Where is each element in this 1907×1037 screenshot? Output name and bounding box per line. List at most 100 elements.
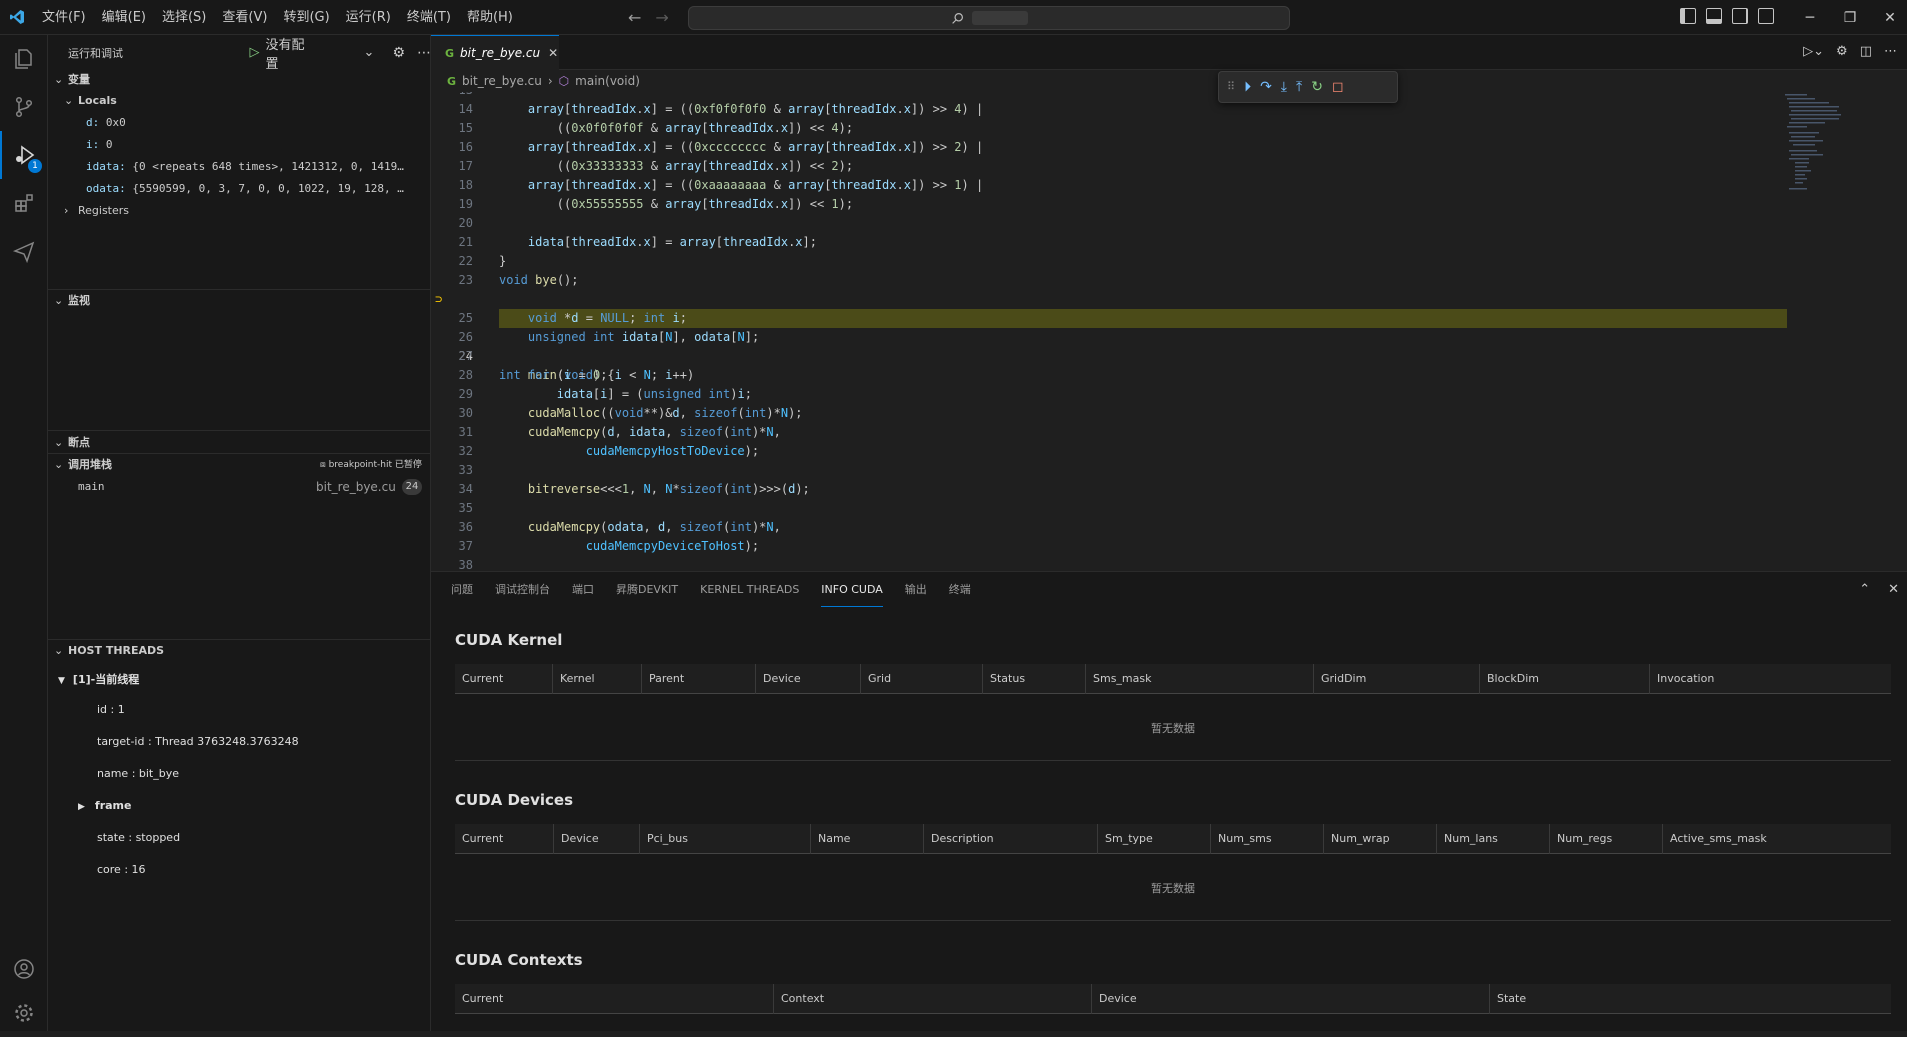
config-select[interactable]: 没有配置 [266, 34, 316, 72]
panel-tab-output[interactable]: 输出 [905, 572, 927, 607]
watch-label: 监视 [68, 294, 90, 307]
tab-bit-re-bye[interactable]: G bit_re_bye.cu ✕ [431, 35, 559, 70]
breadcrumb: G bit_re_bye.cu › ⬡ main(void) [431, 70, 1907, 92]
chevron-down-icon: ⌄ [54, 294, 64, 307]
variable-row-d[interactable]: d: 0x0 [86, 113, 426, 133]
stop-icon[interactable]: ◻ [1332, 80, 1344, 94]
locals-scope[interactable]: ⌄ Locals [48, 91, 431, 111]
manage-gear-icon[interactable] [0, 989, 48, 1037]
account-icon[interactable] [0, 945, 48, 993]
step-over-icon[interactable]: ↷ [1260, 80, 1272, 94]
breadcrumb-file[interactable]: bit_re_bye.cu [462, 74, 542, 88]
editor-more-icon[interactable]: ⋯ [1884, 44, 1897, 59]
menu-run[interactable]: 运行(R) [338, 0, 399, 35]
table-header-cell: Num_wrap [1323, 824, 1390, 854]
close-tab-icon[interactable]: ✕ [548, 46, 558, 60]
callstack-frame-main[interactable]: main bit_re_bye.cu 24 [78, 477, 423, 497]
registers-label: Registers [78, 204, 130, 217]
table-header-cell: Num_lans [1436, 824, 1498, 854]
variable-name: d: [86, 116, 100, 129]
back-arrow-icon[interactable]: ← [628, 8, 641, 27]
variable-name: idata: [86, 160, 126, 173]
panel-tab-debug-console[interactable]: 调试控制台 [495, 572, 550, 607]
minimap[interactable] [1785, 92, 1865, 212]
chevron-down-icon[interactable]: ⌄ [364, 45, 375, 60]
more-actions-icon[interactable]: ⋯ [417, 45, 431, 61]
variable-row-idata[interactable]: idata: {0 <repeats 648 times>, 1421312, … [86, 157, 426, 177]
run-debug-dropdown-icon[interactable]: ▷⌄ [1803, 44, 1824, 59]
tab-label: bit_re_bye.cu [460, 46, 541, 60]
send-icon[interactable] [0, 227, 48, 275]
toggle-secondary-sidebar-icon[interactable] [1732, 8, 1748, 24]
table-header-cell: Active_sms_mask [1662, 824, 1767, 854]
thread-frame-row[interactable]: ▶ frame [78, 799, 131, 812]
run-and-debug-icon[interactable]: 1 [0, 131, 48, 179]
code-line: 15 ((0x0f0f0f0f & array[threadIdx.x]) <<… [458, 121, 854, 135]
menu-view[interactable]: 查看(V) [214, 0, 275, 35]
start-debugging-button[interactable]: ▷ 没有配置 ⌄ [250, 34, 375, 72]
panel-tab-info-cuda[interactable]: INFO CUDA [821, 572, 883, 607]
settings-gear-icon[interactable]: ⚙ [392, 45, 405, 61]
code-line: 23 void bye(); [458, 273, 579, 287]
split-editor-icon[interactable]: ◫ [1860, 44, 1872, 59]
continue-icon[interactable]: ⏵ [1244, 80, 1251, 94]
code-line: 28 for (i = 0; i < N; i++) [458, 368, 695, 382]
panel-tab-kernel-threads[interactable]: KERNEL THREADS [700, 572, 799, 607]
watch-section-header[interactable]: ⌄ 监视 [48, 291, 431, 311]
variable-value: {5590599, 0, 3, 7, 0, 0, 1022, 19, 128, … [132, 182, 404, 195]
variable-value: {0 <repeats 648 times>, 1421312, 0, 1419… [132, 160, 404, 173]
minimize-icon[interactable]: ─ [1790, 0, 1830, 35]
panel-tab-devkit[interactable]: 昇腾DEVKIT [616, 572, 678, 607]
registers-scope[interactable]: › Registers [48, 201, 431, 221]
symbol-method-icon: ⬡ [558, 74, 570, 88]
editor-settings-icon[interactable]: ⚙ [1836, 44, 1848, 59]
source-control-icon[interactable] [0, 83, 48, 131]
restore-icon[interactable]: ❐ [1830, 0, 1870, 35]
variable-row-odata[interactable]: odata: {5590599, 0, 3, 7, 0, 0, 1022, 19… [86, 179, 426, 199]
empty-state: 暂无数据 [1151, 882, 1195, 895]
code-editor[interactable]: 13 14 array[threadIdx.x] = ((0xf0f0f0f0 … [431, 92, 1907, 571]
cuda-kernel-table-header: Current Kernel Parent Device Grid Status… [455, 664, 1891, 694]
variable-row-i[interactable]: i: 0 [86, 135, 426, 155]
explorer-icon[interactable] [0, 35, 48, 83]
command-center[interactable] [688, 6, 1290, 30]
table-header-cell: State [1489, 984, 1526, 1014]
customize-layout-icon[interactable] [1758, 8, 1774, 24]
menu-selection[interactable]: 选择(S) [154, 0, 214, 35]
restart-icon[interactable]: ↻ [1311, 80, 1323, 94]
panel-tab-ports[interactable]: 端口 [572, 572, 594, 607]
sidebar-header: 运行和调试 ▷ 没有配置 ⌄ ⚙ ⋯ [48, 34, 431, 72]
breadcrumb-symbol[interactable]: main(void) [575, 74, 640, 88]
divider [455, 760, 1891, 761]
variables-section-header[interactable]: ⌄ 变量 [48, 70, 431, 90]
table-header-cell: Sm_type [1097, 824, 1153, 854]
table-header-cell: Device [553, 824, 599, 854]
maximize-panel-icon[interactable]: ⌃ [1859, 582, 1870, 597]
step-out-icon[interactable]: ⤒ [1296, 80, 1302, 94]
drag-handle-icon[interactable]: ⠿ [1227, 80, 1235, 94]
menu-file[interactable]: 文件(F) [34, 0, 94, 35]
divider [48, 289, 431, 290]
menu-help[interactable]: 帮助(H) [459, 0, 521, 35]
table-header-cell: Current [462, 832, 504, 845]
thread-row[interactable]: ▼ [1]-当前线程 [58, 671, 139, 687]
callstack-section-header[interactable]: ⌄ 调用堆栈 ⧈ breakpoint-hit 已暂停 [48, 455, 431, 475]
extensions-icon[interactable] [0, 179, 48, 227]
menu-terminal[interactable]: 终端(T) [399, 0, 459, 35]
menu-go[interactable]: 转到(G) [275, 0, 337, 35]
breakpoints-section-header[interactable]: ⌄ 断点 [48, 433, 431, 453]
code-line: 18 array[threadIdx.x] = ((0xaaaaaaaa & a… [458, 178, 984, 192]
toggle-panel-icon[interactable] [1706, 8, 1722, 24]
toggle-sidebar-icon[interactable] [1680, 8, 1696, 24]
host-threads-section-header[interactable]: ⌄ HOST THREADS [48, 641, 431, 661]
menu-edit[interactable]: 编辑(E) [94, 0, 154, 35]
close-window-icon[interactable]: ✕ [1870, 0, 1907, 35]
panel-tab-problems[interactable]: 问题 [451, 572, 473, 607]
close-panel-icon[interactable]: ✕ [1888, 582, 1899, 597]
variable-name: odata: [86, 182, 126, 195]
step-into-icon[interactable]: ⤓ [1281, 80, 1287, 94]
cuda-contexts-title: CUDA Contexts [455, 951, 583, 969]
forward-arrow-icon[interactable]: → [655, 8, 668, 27]
chevron-right-icon: › [547, 74, 553, 88]
panel-tab-terminal[interactable]: 终端 [949, 572, 971, 607]
